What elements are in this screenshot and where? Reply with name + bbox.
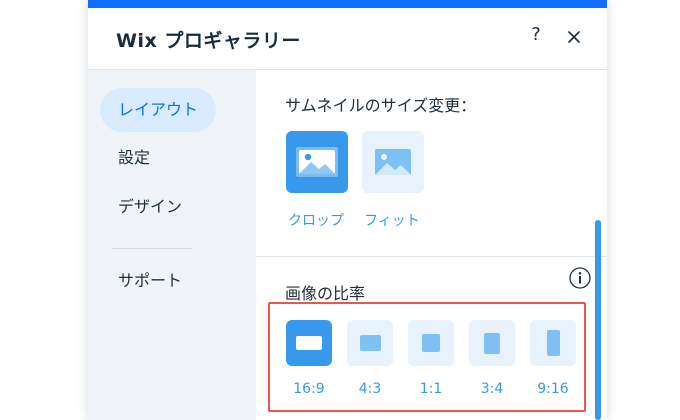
section-divider	[256, 256, 607, 257]
ratio-3-4-label[interactable]: 3:4	[469, 381, 515, 397]
panel-title: Wix プロギャラリー	[116, 30, 301, 52]
ratio-3-4-icon	[484, 332, 500, 354]
close-icon[interactable]	[562, 24, 586, 50]
thumbnail-resize-label: サムネイルのサイズ変更：	[285, 96, 477, 115]
sidebar-divider	[112, 248, 192, 249]
image-fit-icon	[375, 149, 411, 175]
help-button[interactable]: ?	[524, 24, 548, 50]
image-ratio-highlight: 16:9 4:3 1:1 3:4 9:16	[268, 302, 586, 412]
panel-header: Wix プロギャラリー ?	[88, 8, 607, 70]
sidebar-item-layout[interactable]: レイアウト	[100, 88, 217, 132]
ratio-16-9-icon	[296, 336, 322, 350]
sidebar-item-design[interactable]: デザイン	[100, 185, 200, 229]
image-ratio-label: 画像の比率	[285, 284, 366, 303]
image-crop-icon	[296, 147, 338, 177]
sidebar-item-support[interactable]: サポート	[100, 259, 200, 303]
panel-top-bar	[88, 0, 607, 8]
ratio-4-3-button[interactable]	[347, 320, 393, 366]
ratio-1-1-button[interactable]	[408, 320, 454, 366]
sidebar-item-settings[interactable]: 設定	[100, 136, 168, 180]
ratio-16-9-button[interactable]	[286, 320, 332, 366]
ratio-9-16-label[interactable]: 9:16	[530, 381, 576, 397]
info-icon[interactable]	[568, 266, 592, 290]
ratio-1-1-label[interactable]: 1:1	[408, 381, 454, 397]
ratio-4-3-icon	[359, 335, 381, 351]
fit-option-label[interactable]: フィット	[364, 210, 420, 230]
ratio-1-1-icon	[422, 334, 440, 352]
ratio-16-9-label[interactable]: 16:9	[286, 381, 332, 397]
crop-option-label[interactable]: クロップ	[288, 210, 344, 230]
ratio-4-3-label[interactable]: 4:3	[347, 381, 393, 397]
content-scrollbar[interactable]	[595, 220, 601, 420]
crop-option[interactable]	[286, 131, 348, 193]
gallery-settings-panel: Wix プロギャラリー ? レイアウト 設定 デザイン サポート サムネイルのサ…	[88, 0, 607, 420]
ratio-3-4-button[interactable]	[469, 320, 515, 366]
panel-sidebar: レイアウト 設定 デザイン サポート	[88, 70, 256, 420]
ratio-9-16-icon	[546, 330, 560, 356]
panel-content: サムネイルのサイズ変更： クロップ フィット 画像の比率 16:9 4:3 1:…	[256, 70, 607, 420]
fit-option[interactable]	[362, 131, 424, 193]
ratio-9-16-button[interactable]	[530, 320, 576, 366]
